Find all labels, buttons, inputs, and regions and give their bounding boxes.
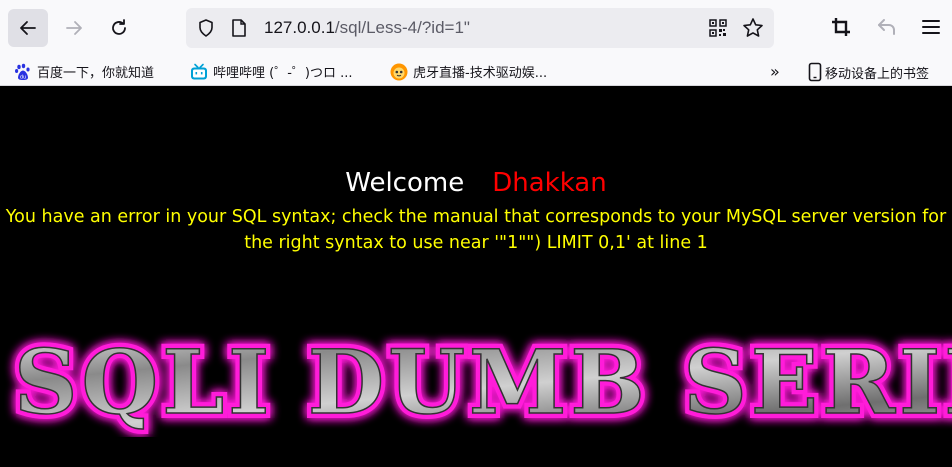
- qr-code-icon[interactable]: [708, 18, 728, 38]
- back-icon: [20, 21, 36, 35]
- bookmark-label: 百度一下，你就知道: [37, 66, 155, 81]
- crop-icon[interactable]: [830, 16, 852, 38]
- user-name: Dhakkan: [492, 168, 607, 198]
- menu-icon[interactable]: [920, 16, 942, 38]
- sql-error-message: You have an error in your SQL syntax; ch…: [5, 207, 947, 253]
- url-text[interactable]: 127.0.0.1/sql/Less-4/?id=1": [264, 17, 470, 39]
- forward-icon: [66, 21, 82, 35]
- svg-text:du: du: [20, 74, 26, 80]
- sqli-banner-image: SQLI DUMB SERIES SQLI DUMB SERIES: [9, 327, 952, 437]
- mobile-bookmarks-button[interactable]: 移动设备上的书签: [808, 62, 929, 82]
- sqli-banner: SQLI DUMB SERIES SQLI DUMB SERIES: [0, 327, 952, 437]
- bookmark-label: 虎牙直播-技术驱动娱...: [413, 66, 548, 81]
- undo-icon[interactable]: [876, 16, 898, 38]
- baidu-icon: du: [15, 63, 30, 80]
- bookmark-baidu[interactable]: du 百度一下，你就知道: [14, 62, 154, 81]
- reload-button[interactable]: [99, 9, 139, 47]
- bookmarks-bar: du 百度一下，你就知道 哔哩哔哩 (゜-゜)つロ ... 虎牙直播-技术驱动娱…: [0, 56, 952, 86]
- mobile-device-icon: [808, 62, 822, 82]
- address-bar[interactable]: 127.0.0.1/sql/Less-4/?id=1": [186, 8, 774, 48]
- url-path: /sql/Less-4/?id=1": [334, 18, 470, 37]
- bookmark-huya[interactable]: 虎牙直播-技术驱动娱...: [390, 62, 547, 81]
- browser-toolbar: 127.0.0.1/sql/Less-4/?id=1": [0, 0, 952, 56]
- bookmark-star-icon[interactable]: [742, 17, 764, 39]
- huya-icon: [390, 63, 408, 80]
- banner-metal-text: SQLI DUMB SERIES: [14, 330, 952, 434]
- bookmark-bilibili[interactable]: 哔哩哔哩 (゜-゜)つロ ...: [190, 62, 353, 81]
- bookmark-label: 哔哩哔哩 (゜-゜)つロ ...: [213, 66, 353, 81]
- forward-button[interactable]: [54, 9, 94, 47]
- reload-icon: [112, 19, 126, 35]
- welcome-text: Welcome: [345, 168, 465, 198]
- bilibili-icon: [191, 63, 207, 79]
- bookmarks-overflow-button[interactable]: »: [770, 62, 780, 81]
- welcome-line: Welcome Dhakkan: [0, 167, 952, 199]
- back-button[interactable]: [8, 9, 48, 47]
- url-host: 127.0.0.1: [264, 18, 335, 37]
- page-content: Welcome Dhakkan You have an error in your…: [0, 87, 952, 467]
- mobile-bookmarks-label: 移动设备上的书签: [825, 66, 930, 82]
- page-icon[interactable]: [230, 18, 248, 38]
- shield-icon[interactable]: [196, 18, 216, 38]
